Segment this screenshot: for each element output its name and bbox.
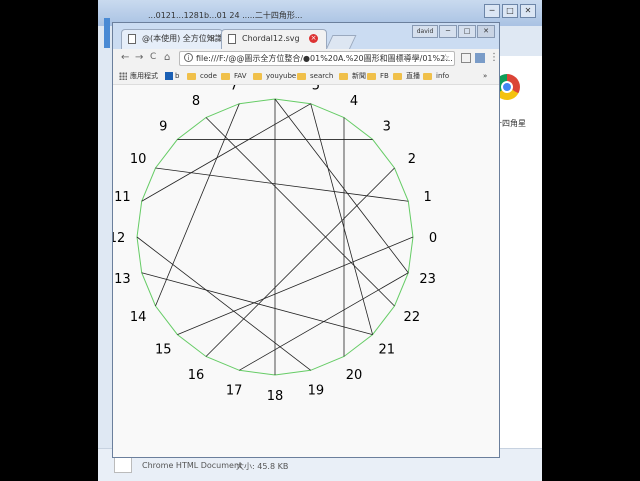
document-icon — [228, 34, 236, 44]
new-tab-button[interactable] — [325, 35, 357, 50]
bookmarks-bar: 應用程式 b code FAV youyube search 新聞 FB 直播 … — [113, 69, 499, 85]
page-content: 01234567891011121314151617181920212223 — [113, 85, 499, 457]
bookmark-news[interactable]: 新聞 — [339, 71, 366, 82]
node-label: 9 — [159, 119, 167, 134]
close-button[interactable]: ✕ — [477, 25, 495, 38]
folder-icon — [339, 72, 348, 80]
back-button[interactable]: ← — [121, 52, 129, 63]
node-label: 16 — [188, 368, 205, 383]
background-file-pane — [498, 56, 542, 456]
tab-close-icon[interactable]: × — [208, 30, 216, 48]
background-maximize-button[interactable]: □ — [502, 4, 518, 18]
node-label: 13 — [114, 272, 131, 287]
chord-line — [155, 167, 409, 202]
background-folder-icon — [104, 18, 110, 48]
address-bar[interactable]: i file:///F:/@@圖示全方位整合/●01%20A.%20圖形和圖標導學… — [179, 51, 455, 66]
folder-icon — [187, 72, 196, 80]
node-label: 17 — [226, 384, 243, 399]
chord-line — [310, 103, 373, 335]
bookmark-search[interactable]: search — [297, 71, 333, 82]
bookmark-fav[interactable]: FAV — [221, 71, 247, 82]
chord-line — [155, 103, 240, 307]
file-size-text: 大小: 45.8 KB — [236, 462, 289, 471]
chordal-diagram: 01234567891011121314151617181920212223 — [113, 85, 437, 404]
node-label: 6 — [271, 85, 279, 88]
reload-button[interactable]: C — [150, 52, 156, 62]
node-label: 10 — [130, 152, 147, 167]
folder-icon — [297, 72, 306, 80]
chord-line — [205, 167, 395, 357]
node-label: 18 — [267, 389, 284, 404]
node-label: 1 — [423, 190, 431, 205]
node-label: 20 — [346, 368, 363, 383]
node-label: 14 — [130, 310, 147, 325]
extension-icon-2[interactable] — [475, 53, 485, 63]
bookmark-apps[interactable]: 應用程式 — [119, 71, 158, 82]
info-icon[interactable]: i — [184, 53, 193, 62]
tab-label: Chordal12.svg — [242, 34, 300, 43]
bookmark-b[interactable]: b — [165, 71, 179, 82]
background-title: ...0121...1281b...01 24 .....二十四角形... — [148, 11, 303, 20]
bookmark-youyube[interactable]: youyube — [253, 71, 296, 82]
menu-button[interactable]: ⋮ — [489, 52, 499, 63]
chord-line — [205, 117, 395, 307]
node-label: 2 — [408, 152, 416, 167]
tab-close-icon[interactable]: × — [309, 34, 318, 43]
node-label: 5 — [312, 85, 320, 93]
node-label: 22 — [404, 310, 421, 325]
background-close-button[interactable]: ✕ — [520, 4, 536, 18]
file-type-text: Chrome HTML Document — [142, 461, 243, 470]
node-label: 12 — [113, 231, 125, 246]
node-label: 23 — [419, 272, 436, 287]
node-label: 8 — [192, 94, 200, 109]
minimize-button[interactable]: ─ — [439, 25, 457, 38]
browser-toolbar: ← → C ⌂ i file:///F:/@@圖示全方位整合/●01%20A.%2… — [113, 49, 499, 69]
node-label: 7 — [230, 85, 238, 93]
file-type-icon — [114, 457, 132, 473]
folder-icon — [423, 72, 432, 80]
profile-button[interactable]: david — [412, 25, 438, 38]
node-label: 3 — [383, 119, 391, 134]
bookmark-live[interactable]: 直播 — [393, 71, 420, 82]
b-icon — [165, 72, 173, 80]
folder-icon — [393, 72, 402, 80]
bookmark-info[interactable]: info — [423, 71, 449, 82]
document-icon — [128, 34, 136, 44]
extension-icon[interactable] — [461, 53, 471, 63]
bookmark-code[interactable]: code — [187, 71, 217, 82]
folder-icon — [221, 72, 230, 80]
forward-button[interactable]: → — [135, 52, 143, 63]
window-controls: david ─ □ ✕ — [412, 25, 495, 38]
node-label: 11 — [114, 190, 131, 205]
bookmarks-more-button[interactable]: » — [483, 71, 487, 82]
node-label: 0 — [429, 231, 437, 246]
chrome-window: @(本使用) 全方位知識 × Chordal12.svg × david ─ □… — [112, 22, 500, 458]
background-window-controls: ─ □ ✕ — [484, 4, 536, 18]
tab-knowledge[interactable]: @(本使用) 全方位知識 × — [121, 29, 223, 49]
home-button[interactable]: ⌂ — [164, 52, 170, 63]
node-label: 4 — [350, 94, 358, 109]
node-label: 15 — [155, 343, 172, 358]
background-minimize-button[interactable]: ─ — [484, 4, 500, 18]
folder-icon — [253, 72, 262, 80]
maximize-button[interactable]: □ — [458, 25, 476, 38]
node-label: 19 — [308, 384, 325, 399]
tab-chordal12[interactable]: Chordal12.svg × — [221, 29, 327, 49]
bookmark-fb[interactable]: FB — [367, 71, 389, 82]
chord-line — [141, 272, 373, 335]
url-text: file:///F:/@@圖示全方位整合/●01%20A.%20圖形和圖標導學/… — [196, 54, 453, 63]
bookmark-star-icon[interactable]: ☆ — [441, 52, 450, 65]
node-label: 21 — [378, 343, 395, 358]
apps-grid-icon — [119, 72, 127, 80]
folder-icon — [367, 72, 376, 80]
chord-line — [177, 236, 414, 335]
tab-strip: @(本使用) 全方位知識 × Chordal12.svg × david ─ □… — [113, 23, 499, 50]
